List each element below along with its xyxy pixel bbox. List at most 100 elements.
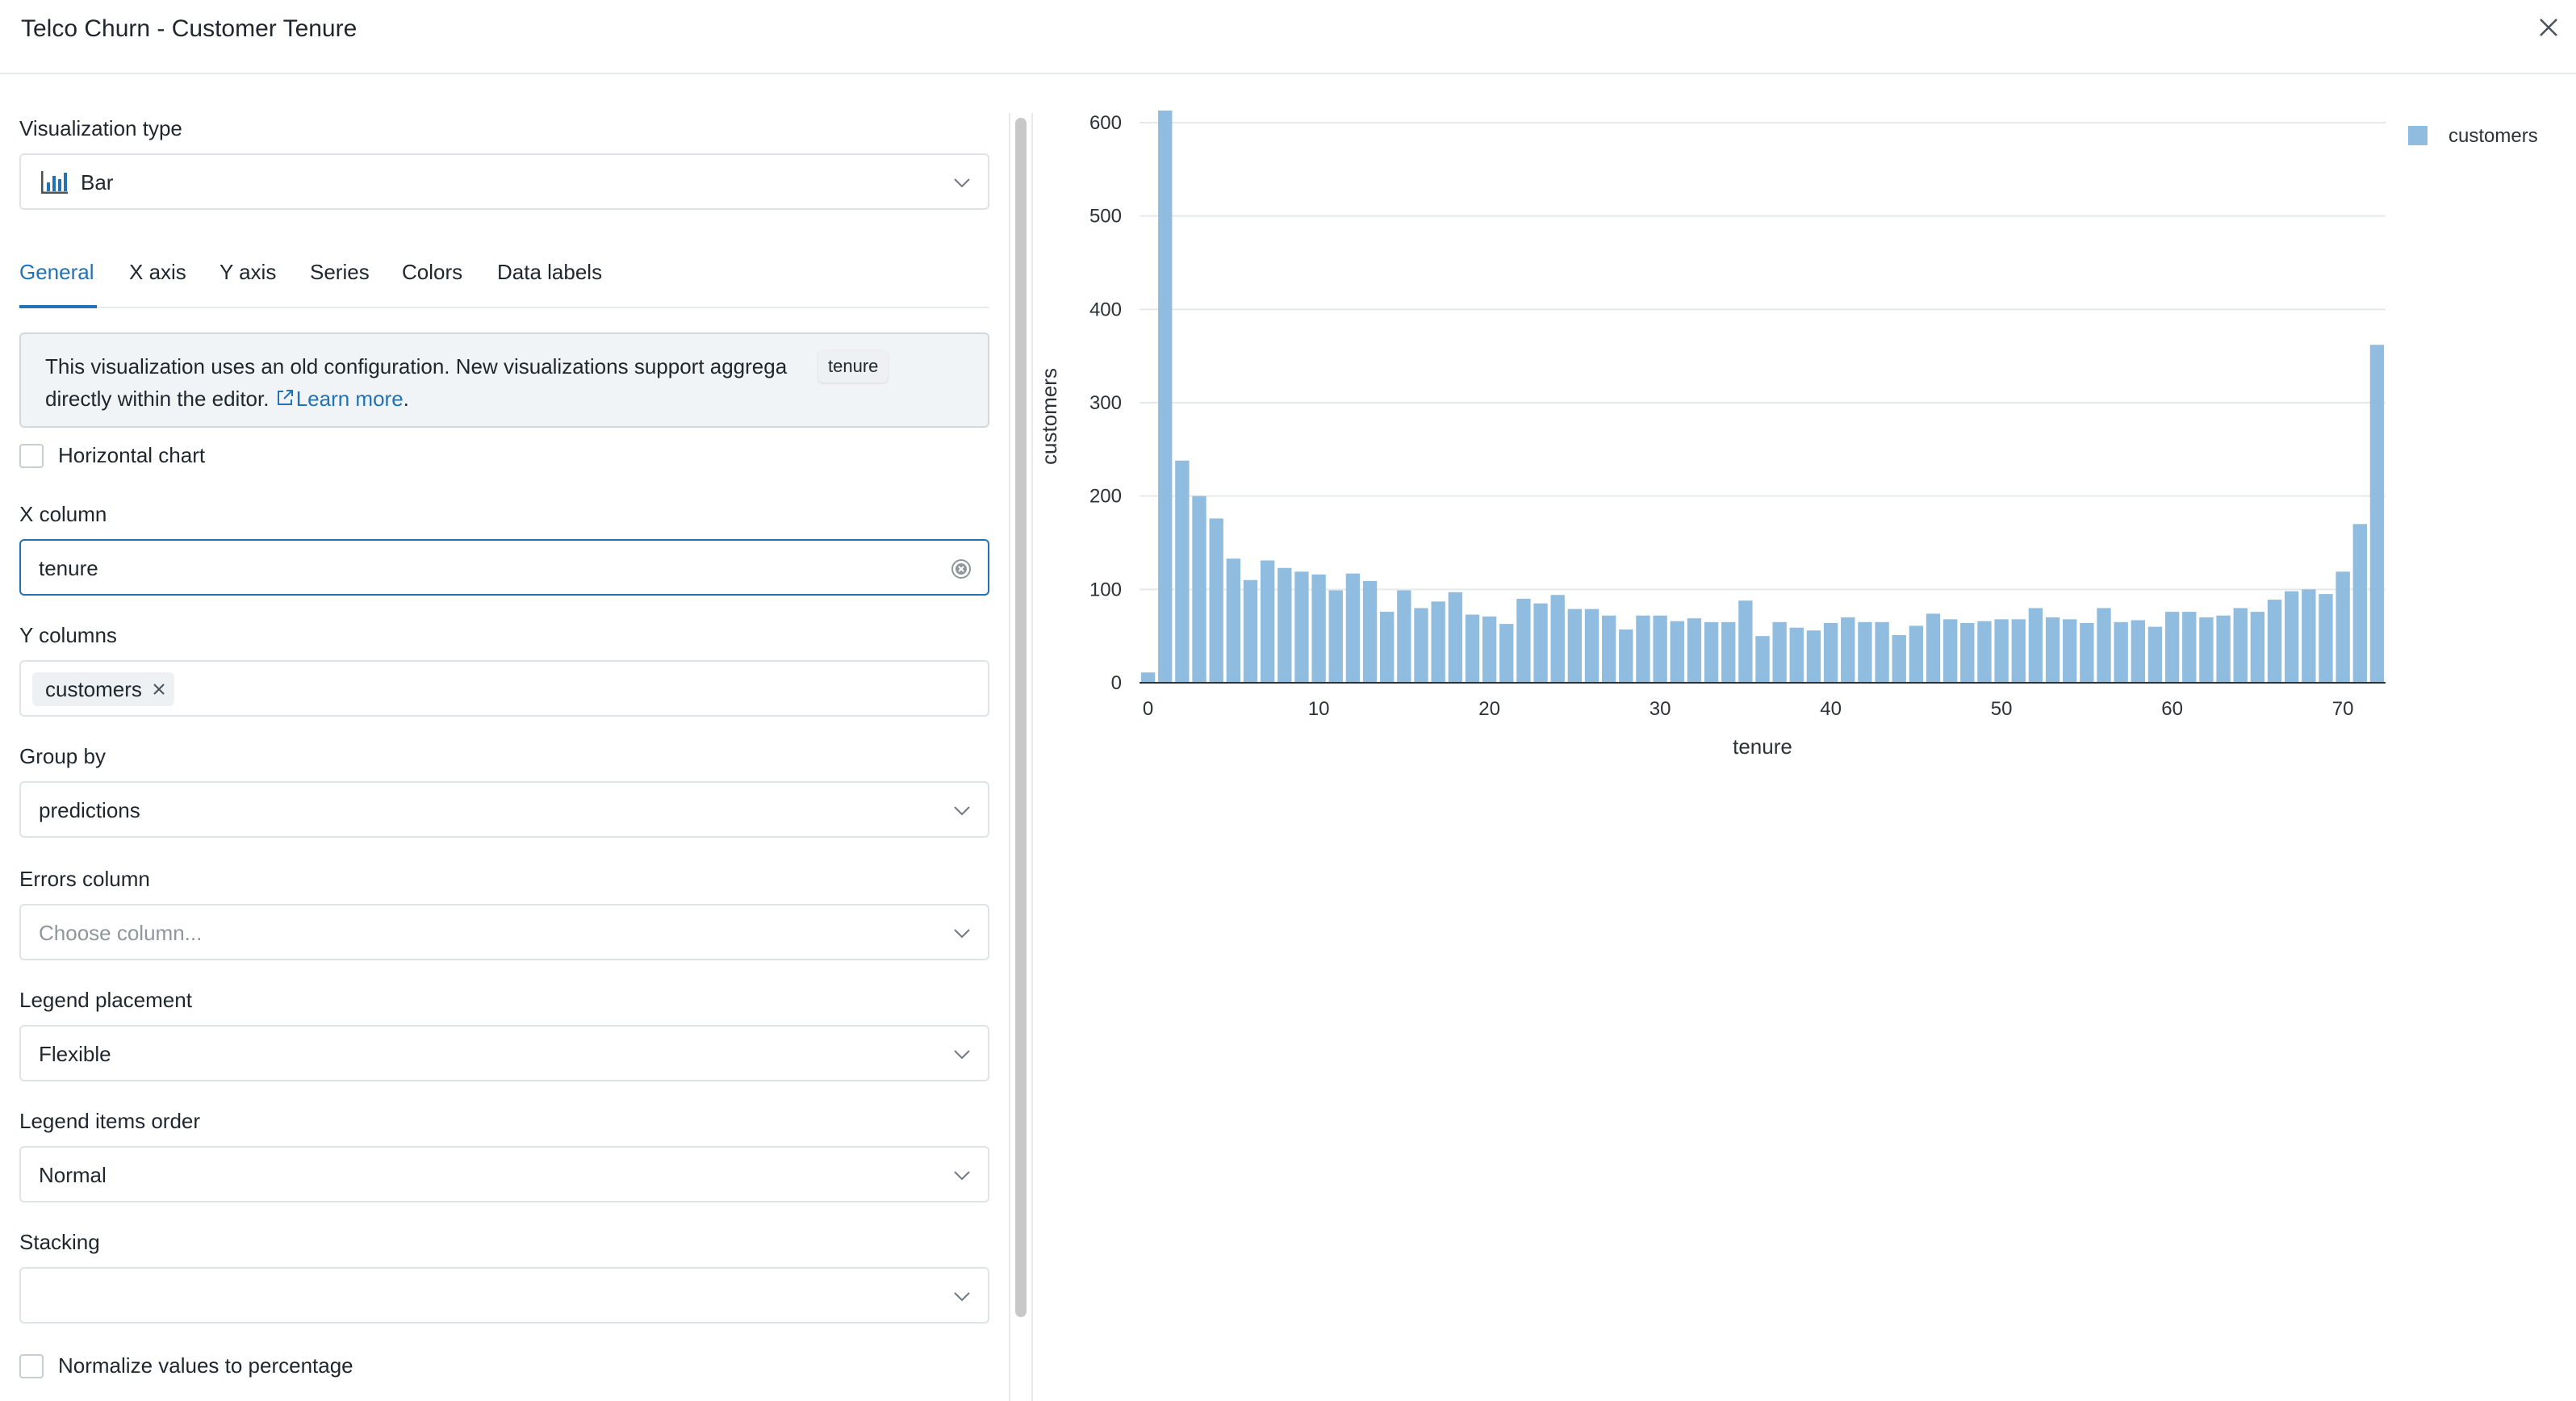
x-column-select[interactable]: tenure: [19, 539, 989, 596]
bar[interactable]: [1704, 621, 1719, 683]
bar[interactable]: [1175, 460, 1190, 683]
normalize-checkbox-row[interactable]: Normalize values to percentage: [19, 1351, 504, 1378]
bar[interactable]: [1448, 592, 1462, 683]
legend-items-order-select[interactable]: Normal: [19, 1146, 989, 1202]
bar[interactable]: [2080, 622, 2094, 683]
bar[interactable]: [1926, 613, 1941, 683]
bar[interactable]: [2114, 621, 2128, 683]
bar[interactable]: [1909, 625, 1924, 683]
bar[interactable]: [1482, 616, 1497, 683]
tab-x-axis[interactable]: X axis: [129, 250, 186, 308]
bar[interactable]: [1755, 636, 1770, 683]
bar[interactable]: [2028, 608, 2043, 683]
bar[interactable]: [2319, 594, 2333, 683]
bar[interactable]: [1772, 621, 1787, 683]
bar[interactable]: [1806, 630, 1821, 683]
bar[interactable]: [2302, 589, 2316, 683]
bar[interactable]: [1499, 624, 1514, 683]
bar[interactable]: [1397, 590, 1411, 683]
y-columns-select[interactable]: customers: [19, 660, 989, 717]
stacking-select[interactable]: [19, 1267, 989, 1324]
tab-y-axis[interactable]: Y axis: [220, 250, 276, 308]
legend[interactable]: customers: [2408, 125, 2538, 147]
clear-icon[interactable]: [951, 558, 972, 579]
bar[interactable]: [2063, 619, 2077, 683]
bar[interactable]: [1942, 619, 1958, 683]
bar[interactable]: [2250, 612, 2265, 683]
viz-type-select[interactable]: Bar: [19, 153, 989, 210]
bar[interactable]: [1533, 603, 1548, 683]
normalize-checkbox[interactable]: [19, 1354, 44, 1378]
learn-more-link[interactable]: Learn more: [275, 387, 404, 411]
bar[interactable]: [1977, 621, 1992, 683]
bar[interactable]: [1465, 614, 1480, 683]
close-button[interactable]: [2534, 13, 2563, 42]
bar[interactable]: [1414, 608, 1428, 683]
bar[interactable]: [1328, 590, 1343, 683]
bar[interactable]: [1721, 621, 1736, 683]
errors-column-select[interactable]: Choose column...: [19, 904, 989, 960]
bar[interactable]: [2267, 600, 2282, 683]
bar[interactable]: [1601, 615, 1616, 683]
bar[interactable]: [2336, 571, 2350, 683]
tab-general[interactable]: General: [19, 250, 97, 308]
tab-data-labels[interactable]: Data labels: [497, 250, 602, 308]
bar[interactable]: [2097, 608, 2111, 683]
legend-placement-select[interactable]: Flexible: [19, 1025, 989, 1081]
bar[interactable]: [2131, 620, 2145, 683]
bar[interactable]: [2199, 617, 2214, 683]
bar[interactable]: [1567, 608, 1583, 683]
group-by-select[interactable]: predictions: [19, 781, 989, 838]
bar[interactable]: [1858, 621, 1872, 683]
bar[interactable]: [2369, 345, 2385, 683]
banner-line2: directly within the editor.: [45, 387, 270, 411]
bar[interactable]: [1260, 560, 1275, 683]
bar[interactable]: [1994, 619, 2009, 683]
scrollbar-thumb[interactable]: [1015, 118, 1027, 1317]
bar[interactable]: [1823, 622, 1838, 683]
bar[interactable]: [2352, 524, 2367, 683]
bar[interactable]: [2164, 612, 2180, 683]
bar[interactable]: [1550, 595, 1565, 683]
bar[interactable]: [1362, 580, 1378, 683]
bar[interactable]: [1687, 618, 1702, 683]
bar[interactable]: [1960, 622, 1975, 683]
bar[interactable]: [1789, 627, 1804, 683]
bar[interactable]: [1516, 598, 1531, 683]
bar[interactable]: [1311, 574, 1326, 683]
chevron-down-icon: [954, 1050, 970, 1060]
tab-colors[interactable]: Colors: [402, 250, 462, 308]
bar[interactable]: [2182, 612, 2197, 683]
bar[interactable]: [1653, 615, 1667, 683]
bar[interactable]: [1345, 573, 1361, 683]
horizontal-chart-checkbox-row[interactable]: Horizontal chart: [19, 441, 342, 468]
remove-tag-icon[interactable]: [152, 682, 166, 696]
bar[interactable]: [1380, 612, 1395, 683]
bar[interactable]: [1158, 110, 1173, 684]
bar[interactable]: [1294, 571, 1309, 683]
tab-series[interactable]: Series: [310, 250, 370, 308]
bar[interactable]: [1875, 621, 1889, 683]
bar[interactable]: [2045, 617, 2060, 683]
bar[interactable]: [2216, 615, 2231, 683]
bar[interactable]: [1192, 496, 1206, 683]
bar[interactable]: [2147, 626, 2163, 683]
bar[interactable]: [1431, 601, 1445, 683]
bar[interactable]: [2011, 619, 2026, 683]
bar[interactable]: [2233, 608, 2248, 683]
bar[interactable]: [1670, 621, 1684, 683]
bar[interactable]: [1140, 672, 1156, 683]
bar[interactable]: [1584, 608, 1600, 683]
bar[interactable]: [1841, 617, 1855, 683]
bar[interactable]: [1619, 629, 1633, 683]
horizontal-chart-checkbox[interactable]: [19, 444, 44, 468]
bar[interactable]: [1892, 635, 1906, 683]
bar[interactable]: [2284, 591, 2299, 683]
bar[interactable]: [1226, 558, 1241, 683]
bar-chart: 0 100 200 300 400 500 600 0 10 20 30 40 50 60 70 tenur…: [1037, 110, 2538, 759]
bar[interactable]: [1243, 579, 1258, 683]
bar[interactable]: [1636, 615, 1650, 683]
bar[interactable]: [1209, 518, 1223, 683]
bar[interactable]: [1278, 567, 1292, 683]
bar[interactable]: [1738, 600, 1753, 683]
